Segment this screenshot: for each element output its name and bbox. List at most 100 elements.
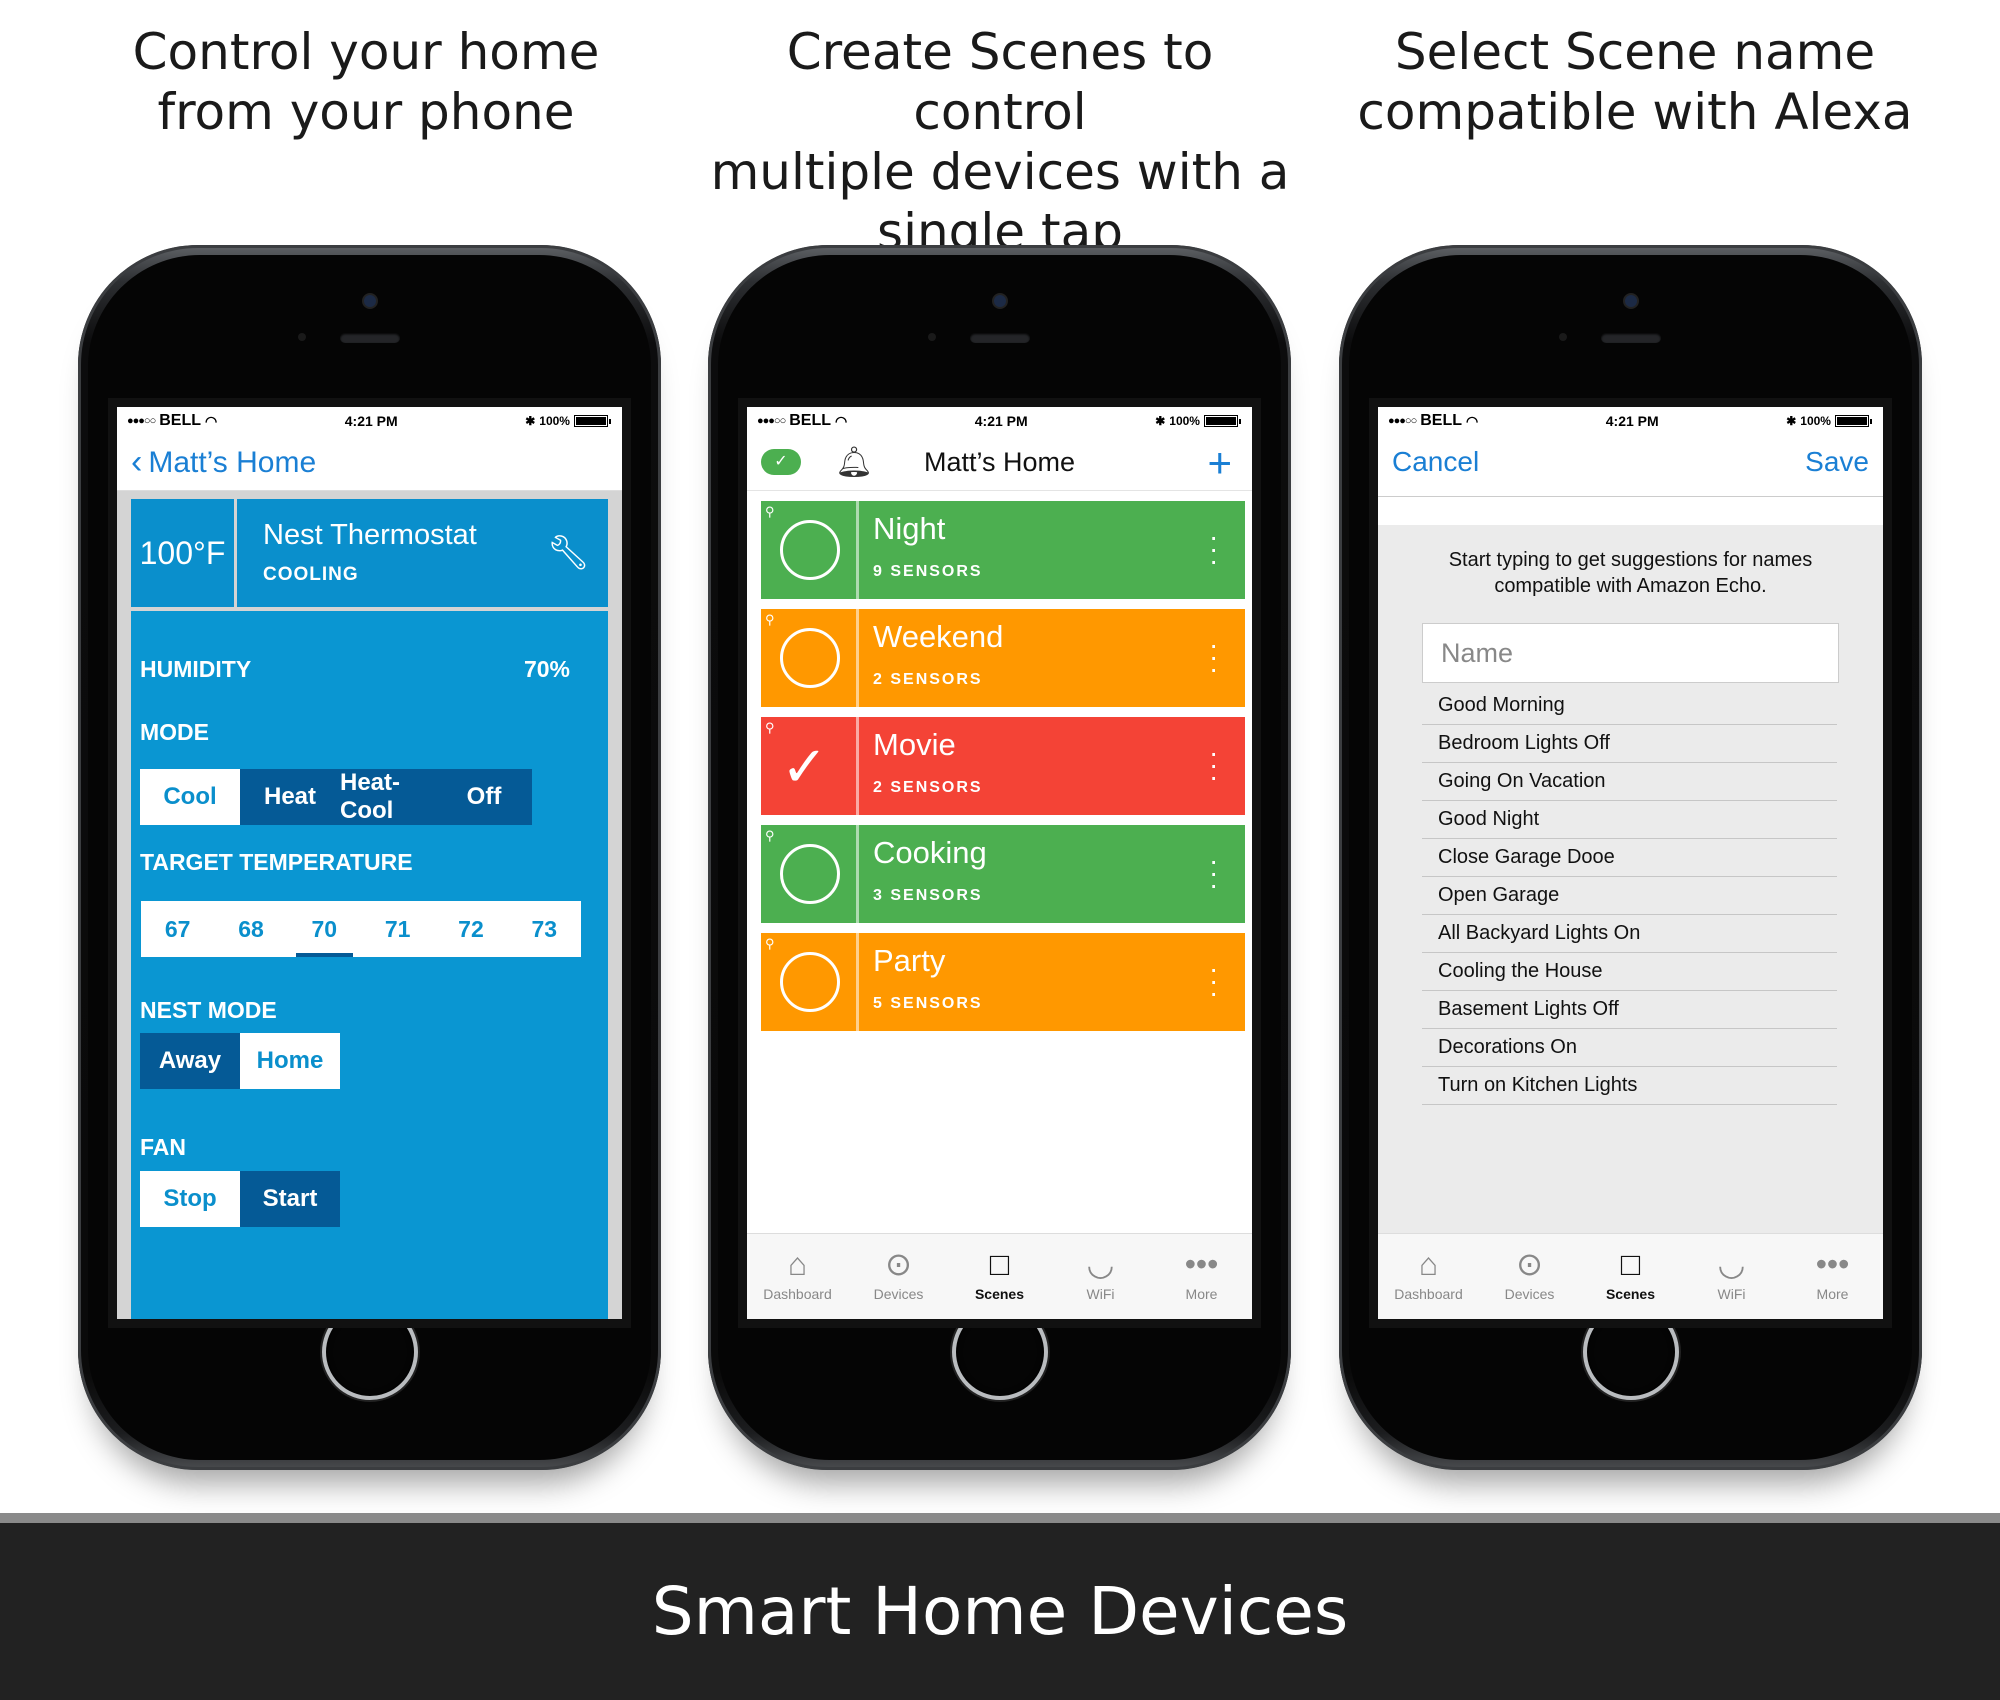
scenes-nav-bar: ✓ 🔔︎ Matt’s Home +: [747, 435, 1252, 491]
tab-scenes[interactable]: □ Scenes: [949, 1234, 1050, 1319]
more-vertical-icon[interactable]: · · ·: [1209, 739, 1218, 791]
tab-wifi[interactable]: ◡ WiFi: [1050, 1234, 1151, 1319]
battery-icon: [1203, 415, 1241, 427]
temp-option[interactable]: 71: [361, 901, 434, 957]
suggestion-item[interactable]: Decorations On: [1422, 1029, 1837, 1067]
battery-percent: 100%: [539, 414, 570, 428]
add-scene-button[interactable]: +: [1207, 439, 1232, 487]
chevron-left-icon: ‹: [131, 443, 143, 481]
status-battery-group: ✱ 100%: [1155, 414, 1241, 428]
battery-icon: [1834, 415, 1872, 427]
nest-mode-label: NEST MODE: [140, 997, 277, 1023]
temp-option[interactable]: 73: [508, 901, 581, 957]
tab-label: Devices: [873, 1286, 924, 1302]
front-camera: [1624, 295, 1637, 307]
suggestion-item[interactable]: Cooling the House: [1422, 953, 1837, 991]
temp-option[interactable]: 67: [141, 901, 214, 957]
suggestion-item[interactable]: Bedroom Lights Off: [1422, 725, 1837, 763]
more-vertical-icon[interactable]: · · ·: [1209, 847, 1218, 899]
house-icon: ⌂: [1418, 1246, 1439, 1282]
unchecked-circle-icon: [780, 628, 840, 688]
nest-away-button[interactable]: Away: [140, 1033, 240, 1089]
save-button[interactable]: Save: [1805, 446, 1869, 478]
unchecked-circle-icon: [780, 520, 840, 580]
caption-line: Create Scenes to control: [786, 23, 1214, 141]
scene-toggle[interactable]: ⚲: [761, 501, 859, 599]
nest-home-button[interactable]: Home: [240, 1033, 340, 1089]
location-pin-icon: ⚲: [765, 936, 775, 951]
mode-heat-button[interactable]: Heat: [240, 769, 340, 825]
scene-sensor-count: 5 SENSORS: [873, 995, 983, 1012]
caption-select-name: Select Scene name compatible with Alexa: [1335, 22, 1935, 142]
name-hint: Start typing to get suggestions for name…: [1378, 547, 1883, 599]
signal-icon: ●●●○○: [1388, 415, 1417, 427]
tab-bar: ⌂ Dashboard ⊙ Devices □ Scenes ◡ WiFi ••• Mor…: [1378, 1233, 1883, 1319]
phone-screen: ●●●○○ BELL ◠ 4:21 PM ✱ 100% ✓ 🔔︎ Matt’s …: [738, 398, 1261, 1328]
mode-heat-cool-button[interactable]: Heat-Cool: [340, 769, 436, 825]
front-camera: [363, 295, 376, 307]
scene-row-movie[interactable]: ⚲ ✓ Movie 2 SENSORS · · ·: [761, 717, 1245, 815]
scene-toggle[interactable]: ⚲: [761, 933, 859, 1031]
tab-devices[interactable]: ⊙ Devices: [1479, 1234, 1580, 1319]
phone-scene-name: ●●●○○ BELL ◠ 4:21 PM ✱ 100% Cancel Save …: [1339, 245, 1922, 1470]
mode-cool-button[interactable]: Cool: [140, 769, 240, 825]
wifi-icon: ◠: [205, 412, 218, 429]
more-vertical-icon[interactable]: · · ·: [1209, 955, 1218, 1007]
tab-more[interactable]: ••• More: [1782, 1234, 1883, 1319]
controls-panel: HUMIDITY 70% MODE Cool Heat Heat-Cool Of…: [131, 611, 608, 1319]
tab-scenes[interactable]: □ Scenes: [1580, 1234, 1681, 1319]
status-time: 4:21 PM: [1605, 413, 1659, 429]
suggestion-item[interactable]: Turn on Kitchen Lights: [1422, 1067, 1837, 1105]
back-button[interactable]: ‹ Matt’s Home: [117, 435, 622, 491]
cloud-check-icon[interactable]: ✓: [761, 449, 801, 475]
more-vertical-icon[interactable]: · · ·: [1209, 631, 1218, 683]
tab-wifi[interactable]: ◡ WiFi: [1681, 1234, 1782, 1319]
target-temperature-label: TARGET TEMPERATURE: [140, 849, 413, 875]
bluetooth-icon: ✱: [1155, 414, 1166, 428]
scene-sensor-count: 2 SENSORS: [873, 671, 983, 688]
tab-dashboard[interactable]: ⌂ Dashboard: [1378, 1234, 1479, 1319]
tab-more[interactable]: ••• More: [1151, 1234, 1252, 1319]
scene-toggle[interactable]: ⚲ ✓: [761, 717, 859, 815]
suggestion-item[interactable]: Close Garage Dooe: [1422, 839, 1837, 877]
device-card: 100°F Nest Thermostat COOLING 🔧︎: [131, 499, 608, 607]
temp-option-selected[interactable]: 70: [288, 901, 361, 957]
scene-row-party[interactable]: ⚲ Party 5 SENSORS · · ·: [761, 933, 1245, 1031]
square-icon: □: [1620, 1246, 1641, 1282]
scene-info: Weekend 2 SENSORS · · ·: [859, 609, 1245, 707]
scene-row-night[interactable]: ⚲ Night 9 SENSORS · · ·: [761, 501, 1245, 599]
suggestion-item[interactable]: Going On Vacation: [1422, 763, 1837, 801]
fan-start-button[interactable]: Start: [240, 1171, 340, 1227]
temp-option[interactable]: 68: [214, 901, 287, 957]
scene-row-cooking[interactable]: ⚲ Cooking 3 SENSORS · · ·: [761, 825, 1245, 923]
more-horizontal-icon: •••: [1184, 1246, 1219, 1282]
fan-stop-button[interactable]: Stop: [140, 1171, 240, 1227]
suggestion-item[interactable]: Good Morning: [1422, 687, 1837, 725]
suggestion-item[interactable]: Good Night: [1422, 801, 1837, 839]
status-bar: ●●●○○ BELL ◠ 4:21 PM ✱ 100%: [117, 407, 622, 435]
cancel-button[interactable]: Cancel: [1392, 446, 1479, 478]
screen-content: ●●●○○ BELL ◠ 4:21 PM ✱ 100% Cancel Save …: [1378, 407, 1883, 1319]
tab-devices[interactable]: ⊙ Devices: [848, 1234, 949, 1319]
mode-label: MODE: [140, 719, 209, 745]
scene-name-input[interactable]: Name: [1422, 623, 1839, 683]
bell-icon[interactable]: 🔔︎: [835, 445, 873, 480]
scene-sensor-count: 9 SENSORS: [873, 563, 983, 580]
scene-toggle[interactable]: ⚲: [761, 609, 859, 707]
suggestion-item[interactable]: Basement Lights Off: [1422, 991, 1837, 1029]
suggestion-item[interactable]: All Backyard Lights On: [1422, 915, 1837, 953]
mode-off-button[interactable]: Off: [436, 769, 532, 825]
temp-option[interactable]: 72: [434, 901, 507, 957]
suggestion-item[interactable]: Open Garage: [1422, 877, 1837, 915]
signal-icon: ●●●○○: [127, 415, 156, 427]
more-vertical-icon[interactable]: · · ·: [1209, 523, 1218, 575]
unchecked-circle-icon: [780, 952, 840, 1012]
scene-info: Movie 2 SENSORS · · ·: [859, 717, 1245, 815]
scene-row-weekend[interactable]: ⚲ Weekend 2 SENSORS · · ·: [761, 609, 1245, 707]
tab-label: Devices: [1504, 1286, 1555, 1302]
wrench-icon[interactable]: 🔧︎: [547, 533, 590, 573]
status-bar: ●●●○○ BELL ◠ 4:21 PM ✱ 100%: [747, 407, 1252, 435]
tab-dashboard[interactable]: ⌂ Dashboard: [747, 1234, 848, 1319]
back-label: Matt’s Home: [148, 445, 317, 479]
scene-toggle[interactable]: ⚲: [761, 825, 859, 923]
